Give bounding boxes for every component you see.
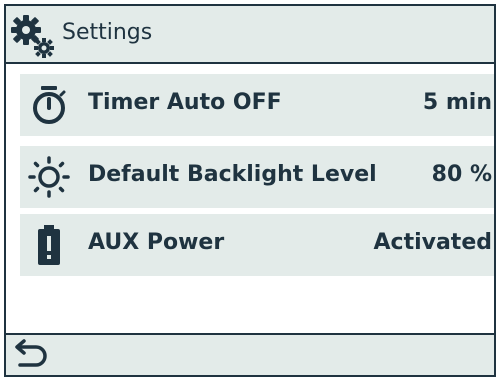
page-title: Settings — [62, 20, 153, 45]
setting-row-default-backlight-level[interactable]: Default Backlight Level 80 % — [20, 146, 494, 208]
footer-bar — [6, 333, 494, 375]
settings-screen: Settings Timer Auto OFF 5 min Default Ba… — [4, 4, 496, 377]
setting-value: Activated — [373, 230, 493, 255]
setting-label: AUX Power — [88, 230, 225, 255]
setting-row-aux-power[interactable]: AUX Power Activated — [20, 214, 494, 276]
setting-label: Timer Auto OFF — [88, 90, 282, 115]
sun-icon — [28, 156, 70, 198]
battery-alert-icon — [28, 224, 70, 266]
header-bar: Settings — [6, 6, 494, 64]
back-arrow-icon[interactable] — [12, 339, 52, 371]
setting-row-timer-auto-off[interactable]: Timer Auto OFF 5 min — [20, 74, 494, 136]
setting-value: 5 min — [422, 90, 492, 115]
setting-value: 80 % — [431, 162, 492, 187]
setting-label: Default Backlight Level — [88, 162, 377, 187]
settings-gears-icon — [10, 12, 56, 60]
stopwatch-icon — [28, 84, 70, 126]
